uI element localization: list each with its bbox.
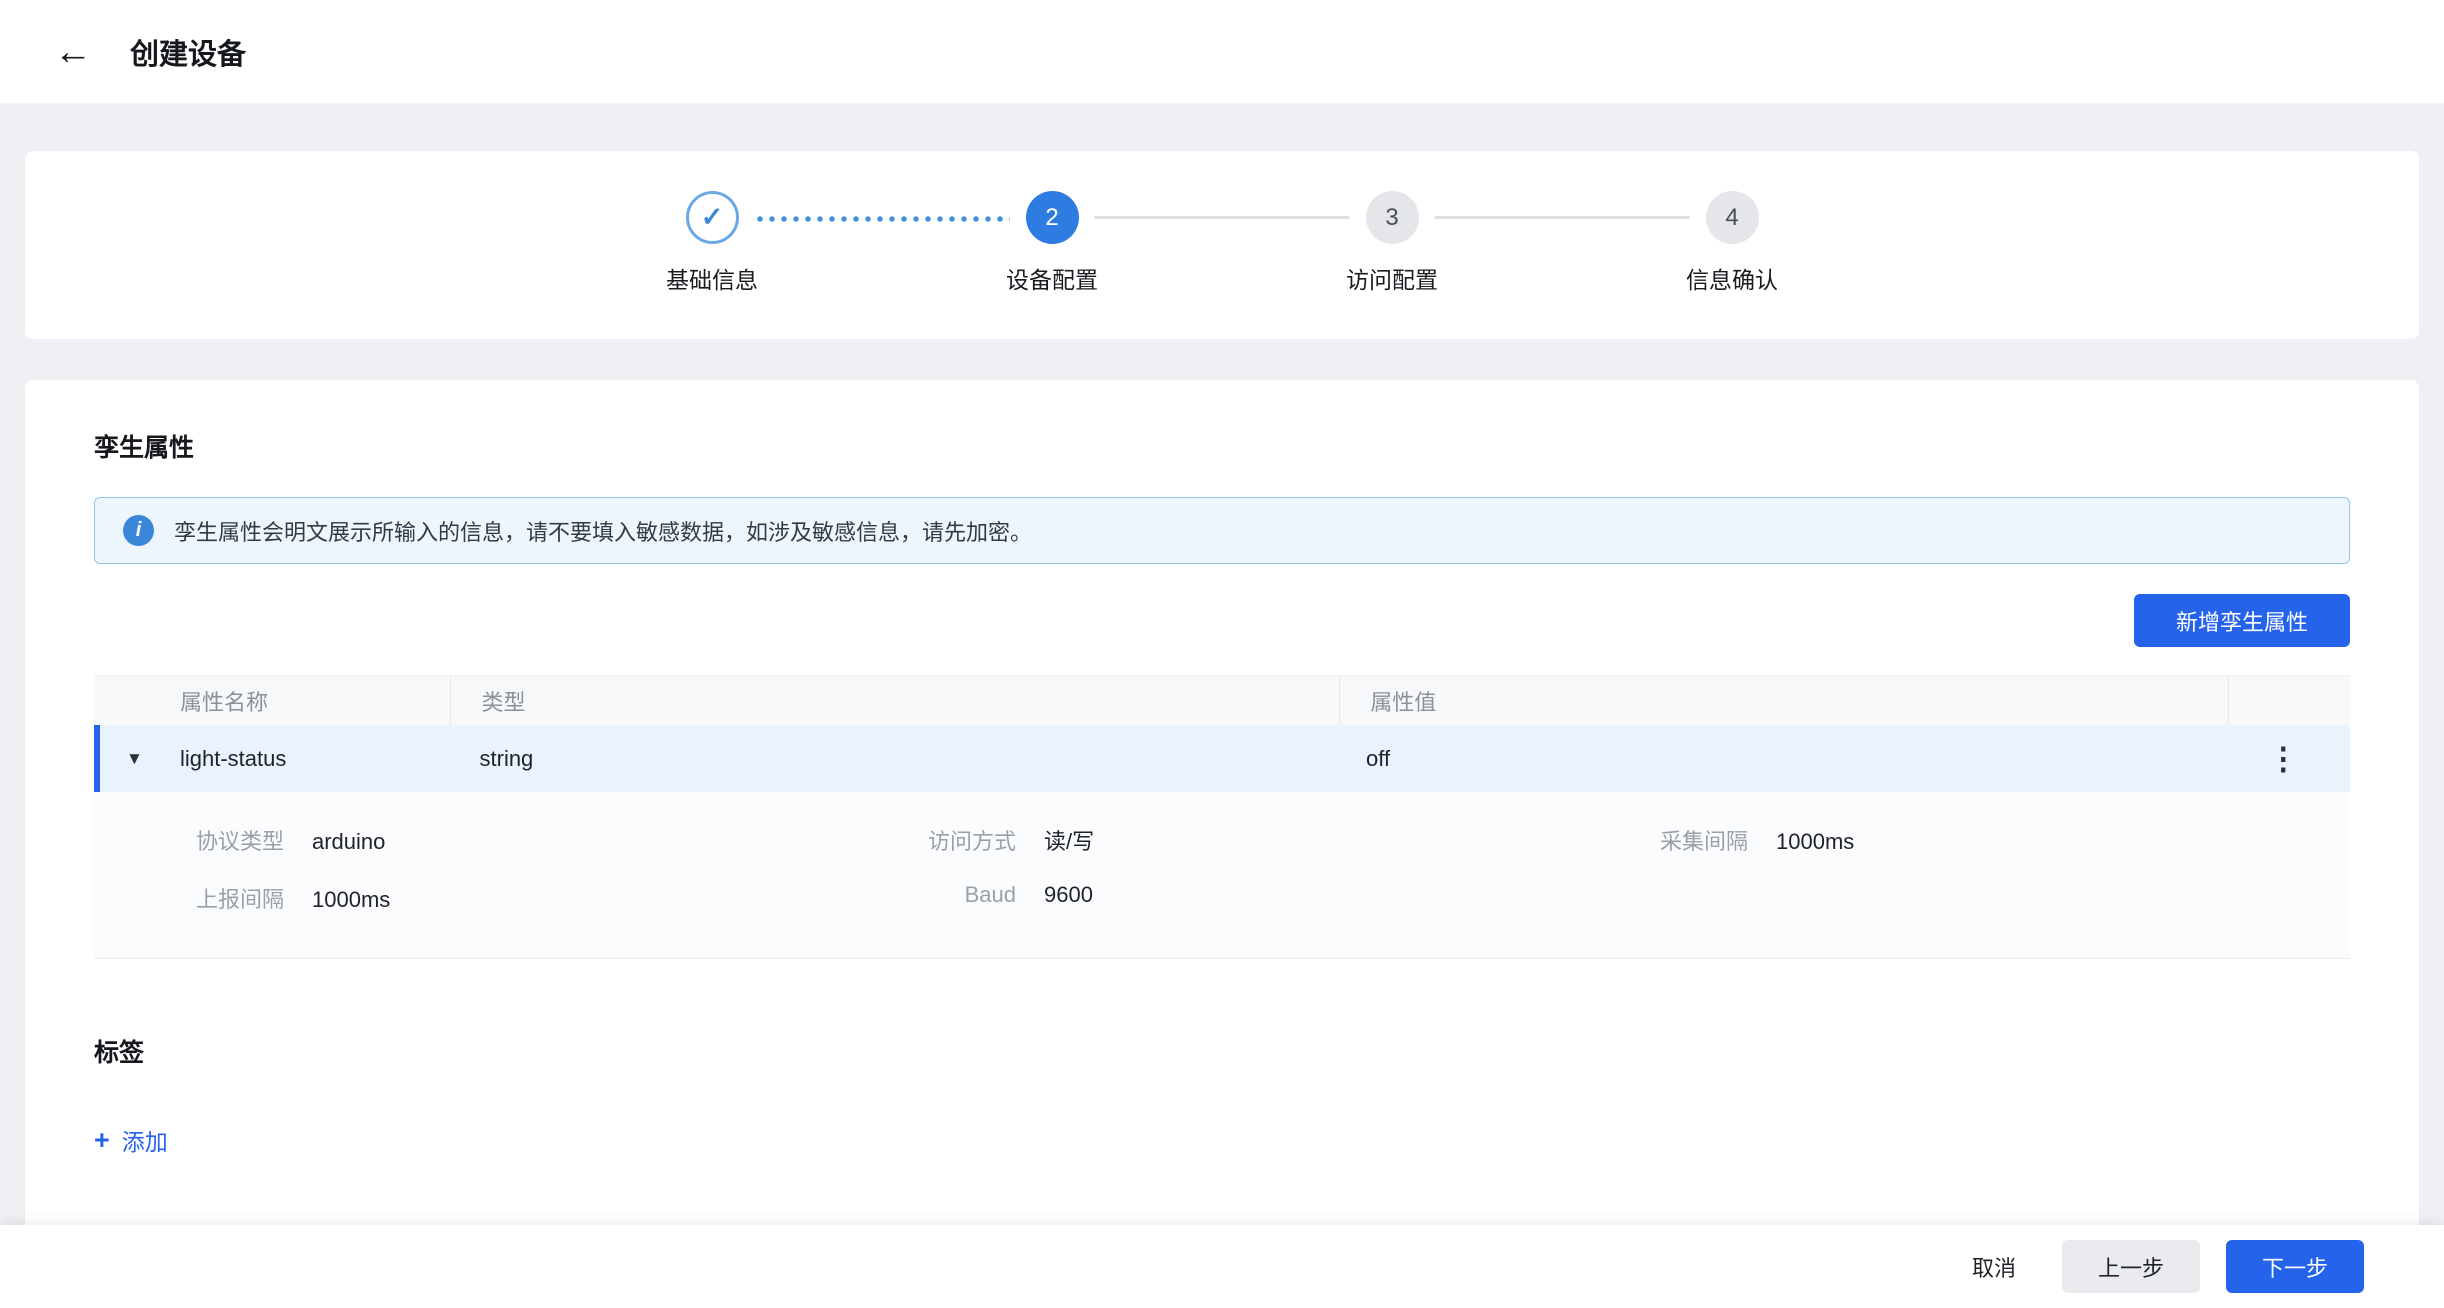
step-connector-dotted [754, 216, 1010, 222]
back-icon[interactable]: ← [54, 33, 92, 71]
add-tag-label: 添加 [122, 1123, 168, 1157]
detail-access-mode: 访问方式 读/写 [886, 824, 1618, 856]
add-twin-property-button[interactable]: 新增孪生属性 [2134, 594, 2350, 647]
cancel-button[interactable]: 取消 [1954, 1240, 2034, 1293]
step-label: 基础信息 [666, 261, 758, 295]
column-header-value: 属性值 [1339, 676, 2228, 725]
cell-actions: ⋮ [2223, 743, 2345, 774]
expand-toggle-icon[interactable]: ▼ [126, 749, 156, 769]
step-basic-info[interactable]: ✓ 基础信息 [670, 191, 754, 295]
step-device-config[interactable]: 2 设备配置 [1010, 191, 1094, 295]
tags-section-title: 标签 [94, 1033, 2350, 1069]
step-pending-circle: 4 [1706, 191, 1759, 244]
wizard-stepper: ✓ 基础信息 2 设备配置 3 访问配置 4 信息确认 [25, 191, 2419, 295]
twin-info-alert: i 孪生属性会明文展示所输入的信息，请不要填入敏感数据，如涉及敏感信息，请先加密… [94, 497, 2350, 564]
detail-protocol-type: 协议类型 arduino [154, 824, 886, 856]
column-header-type: 类型 [450, 676, 1339, 725]
step-label: 设备配置 [1006, 261, 1098, 295]
kebab-menu-icon[interactable]: ⋮ [2268, 743, 2299, 774]
previous-step-button[interactable]: 上一步 [2062, 1240, 2200, 1293]
column-header-name: 属性名称 [94, 676, 450, 725]
cell-value: off [1336, 746, 2223, 772]
step-access-config[interactable]: 3 访问配置 [1350, 191, 1434, 295]
property-name: light-status [180, 746, 286, 772]
row-expanded-details: 协议类型 arduino 访问方式 读/写 采集间隔 1000ms 上报间隔 1… [94, 792, 2350, 959]
table-row[interactable]: ▼ light-status string off ⋮ [94, 725, 2350, 792]
step-connector [1094, 216, 1350, 219]
step-active-circle: 2 [1026, 191, 1079, 244]
alert-text: 孪生属性会明文展示所输入的信息，请不要填入敏感数据，如涉及敏感信息，请先加密。 [174, 515, 1032, 547]
detail-collect-interval: 采集间隔 1000ms [1618, 824, 2350, 856]
twin-toolbar: 新增孪生属性 [94, 594, 2350, 647]
step-connector [1434, 216, 1690, 219]
twin-properties-table: 属性名称 类型 属性值 ▼ light-status string off ⋮ [94, 675, 2350, 959]
next-step-button[interactable]: 下一步 [2226, 1240, 2364, 1293]
step-label: 访问配置 [1346, 261, 1438, 295]
plus-icon: + [94, 1127, 110, 1154]
column-header-actions [2228, 676, 2350, 725]
step-done-circle: ✓ [686, 191, 739, 244]
step-label: 信息确认 [1686, 261, 1778, 295]
header-bar: ← 创建设备 [0, 0, 2444, 103]
footer-action-bar: 取消 上一步 下一步 [0, 1225, 2444, 1308]
detail-report-interval: 上报间隔 1000ms [154, 882, 886, 914]
twin-properties-card: 孪生属性 i 孪生属性会明文展示所输入的信息，请不要填入敏感数据，如涉及敏感信息… [25, 380, 2419, 1249]
stepper-card: ✓ 基础信息 2 设备配置 3 访问配置 4 信息确认 [25, 151, 2419, 339]
cell-type: string [450, 746, 1337, 772]
details-grid: 协议类型 arduino 访问方式 读/写 采集间隔 1000ms 上报间隔 1… [94, 824, 2350, 914]
step-info-confirm[interactable]: 4 信息确认 [1690, 191, 1774, 295]
table-header-row: 属性名称 类型 属性值 [94, 675, 2350, 725]
detail-baud: Baud 9600 [886, 882, 1618, 914]
info-icon: i [123, 515, 154, 546]
add-tag-link[interactable]: + 添加 [94, 1123, 168, 1157]
page-title: 创建设备 [130, 31, 246, 73]
step-pending-circle: 3 [1366, 191, 1419, 244]
page-content: ✓ 基础信息 2 设备配置 3 访问配置 4 信息确认 孪生属性 [0, 151, 2444, 1249]
check-icon: ✓ [701, 202, 724, 233]
cell-name: ▼ light-status [100, 746, 450, 772]
twin-section-title: 孪生属性 [94, 428, 2350, 464]
